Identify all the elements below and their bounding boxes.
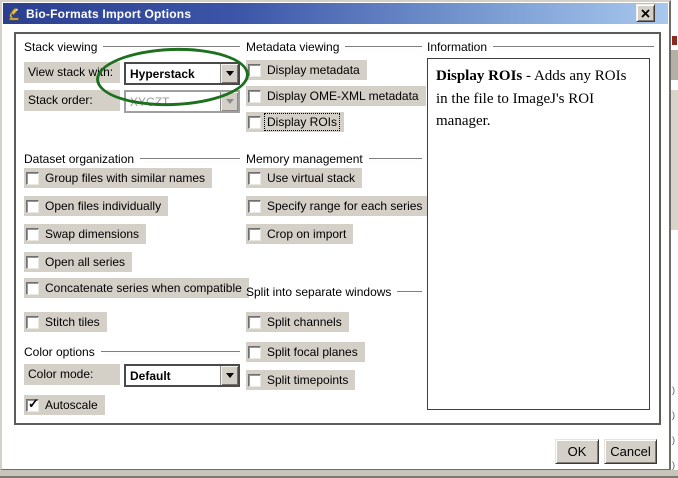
checkbox-box[interactable]	[248, 200, 261, 213]
checkbox-open-files-individually[interactable]: Open files individually	[24, 196, 168, 216]
checkbox-specify-range[interactable]: Specify range for each series	[246, 196, 429, 216]
screen: ) ) ) ) Bio-Formats Import Options Stack…	[0, 0, 678, 478]
section-memory-management: Memory management	[246, 152, 422, 166]
section-title: Metadata viewing	[246, 40, 339, 54]
checkbox-box[interactable]	[248, 172, 261, 185]
checkbox-display-rois[interactable]: Display ROIs	[246, 112, 344, 132]
chevron-down-icon[interactable]	[220, 366, 238, 385]
checkbox-split-timepoints[interactable]: Split timepoints	[246, 370, 355, 390]
information-term: Display ROIs	[436, 68, 522, 84]
checkbox-box[interactable]	[248, 116, 261, 129]
checkbox-crop-on-import[interactable]: Crop on import	[246, 224, 353, 244]
section-information: Information	[427, 40, 654, 54]
dropdown-value: Default	[126, 366, 220, 385]
section-title: Memory management	[246, 152, 363, 166]
section-title: Color options	[24, 345, 95, 359]
checkbox-box[interactable]	[26, 172, 39, 185]
checkbox-box[interactable]	[26, 256, 39, 269]
close-button[interactable]	[636, 4, 655, 22]
checkbox-box[interactable]	[248, 90, 261, 103]
background-artifact	[671, 50, 678, 80]
checkbox-split-focal-planes[interactable]: Split focal planes	[246, 342, 365, 362]
window-title: Bio-Formats Import Options	[26, 7, 191, 21]
checkmark-icon: ✓	[28, 397, 39, 410]
checkbox-group-files-with-similar-names[interactable]: Group files with similar names	[24, 168, 212, 188]
checkbox-box[interactable]	[26, 316, 39, 329]
checkbox-box[interactable]	[248, 64, 261, 77]
background-artifact: )	[672, 411, 675, 420]
section-title: Information	[427, 40, 487, 54]
checkbox-open-all-series[interactable]: Open all series	[24, 252, 132, 272]
checkbox-box[interactable]	[248, 346, 261, 359]
checkbox-box[interactable]	[26, 282, 39, 295]
checkbox-concatenate-series[interactable]: Concatenate series when compatible	[24, 278, 249, 298]
section-divider	[397, 291, 422, 295]
background-bottom-strip	[0, 470, 678, 478]
triangle-glyph	[226, 99, 234, 104]
checkbox-box[interactable]	[26, 200, 39, 213]
checkbox-display-ome-xml-metadata[interactable]: Display OME-XML metadata	[246, 86, 426, 106]
checkbox-box-checked[interactable]: ✓	[26, 399, 39, 412]
background-artifact	[671, 90, 678, 230]
color-mode-dropdown[interactable]: Default	[124, 364, 240, 387]
imagej-microscope-icon	[7, 7, 21, 21]
section-divider	[345, 46, 422, 50]
checkbox-use-virtual-stack[interactable]: Use virtual stack	[246, 168, 362, 188]
background-artifact: )	[672, 461, 675, 470]
background-artifact	[672, 36, 677, 45]
ok-button[interactable]: OK	[555, 439, 599, 464]
background-artifact: )	[672, 386, 675, 395]
checkbox-autoscale[interactable]: ✓ Autoscale	[24, 395, 105, 415]
checkbox-box[interactable]	[248, 374, 261, 387]
section-divider	[101, 351, 240, 355]
title-bar[interactable]: Bio-Formats Import Options	[3, 3, 668, 24]
checkbox-stitch-tiles[interactable]: Stitch tiles	[24, 312, 107, 332]
background-artifact: )	[672, 436, 675, 445]
section-title: Split into separate windows	[246, 285, 391, 299]
checkbox-box[interactable]	[248, 316, 261, 329]
triangle-glyph	[226, 373, 234, 378]
section-title: Dataset organization	[24, 152, 134, 166]
checkbox-split-channels[interactable]: Split channels	[246, 312, 349, 332]
cancel-button[interactable]: Cancel	[604, 439, 657, 464]
section-divider	[369, 158, 422, 162]
section-divider	[140, 158, 240, 162]
section-divider	[493, 46, 654, 50]
close-icon	[641, 9, 650, 18]
section-split-windows: Split into separate windows	[246, 285, 422, 299]
bio-formats-import-options-dialog: Bio-Formats Import Options Stack viewing…	[0, 0, 671, 470]
checkbox-swap-dimensions[interactable]: Swap dimensions	[24, 224, 146, 244]
checkbox-display-metadata[interactable]: Display metadata	[246, 60, 367, 80]
section-color-options: Color options	[24, 345, 240, 359]
section-metadata-viewing: Metadata viewing	[246, 40, 422, 54]
background-window-sliver: ) ) ) )	[671, 0, 678, 470]
section-title: Stack viewing	[24, 40, 97, 54]
section-dataset-organization: Dataset organization	[24, 152, 240, 166]
checkbox-box[interactable]	[248, 228, 261, 241]
color-mode-label: Color mode:	[24, 364, 120, 385]
information-text-panel: Display ROIs - Adds any ROIs in the file…	[427, 58, 650, 410]
checkbox-box[interactable]	[26, 228, 39, 241]
